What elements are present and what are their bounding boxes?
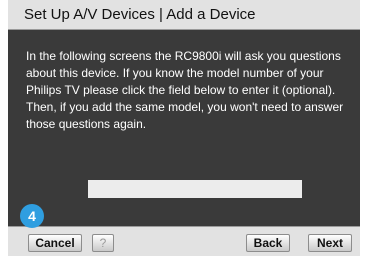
back-button[interactable]: Back: [246, 234, 290, 252]
instructions-text: In the following screens the RC9800i wil…: [26, 49, 344, 131]
page-title: Set Up A/V Devices | Add a Device: [24, 6, 256, 23]
title-bar: Set Up A/V Devices | Add a Device: [8, 0, 360, 30]
cancel-button[interactable]: Cancel: [28, 234, 82, 252]
step-number-badge: 4: [20, 204, 44, 228]
next-button[interactable]: Next: [308, 234, 352, 252]
content-panel: In the following screens the RC9800i wil…: [8, 30, 360, 226]
model-number-input[interactable]: [88, 180, 302, 198]
help-button[interactable]: ?: [92, 234, 114, 252]
remote-screen: Set Up A/V Devices | Add a Device In the…: [8, 0, 360, 256]
footer-toolbar: Cancel ? Back Next: [8, 226, 360, 256]
